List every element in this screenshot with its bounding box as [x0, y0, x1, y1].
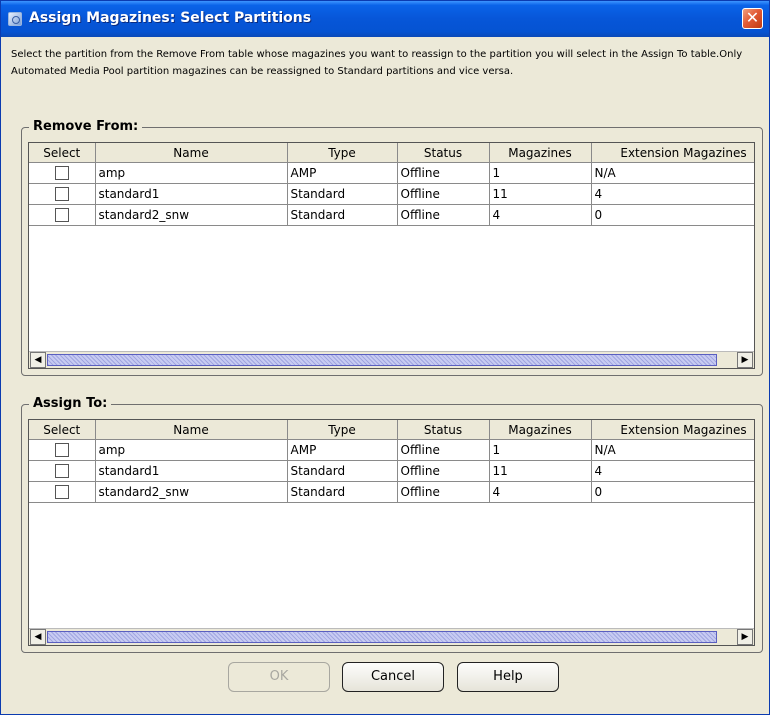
scroll-thumb[interactable] — [47, 631, 717, 643]
cancel-button[interactable]: Cancel — [342, 662, 444, 692]
name-cell: standard1 — [95, 460, 288, 482]
help-button[interactable]: Help — [457, 662, 559, 692]
type-cell: Standard — [287, 460, 398, 482]
column-header-status[interactable]: Status — [397, 420, 490, 440]
assign-to-title: Assign To: — [29, 395, 112, 413]
table-row[interactable]: standard1 Standard Offline 11 4 — [29, 183, 754, 205]
table-row[interactable]: amp AMP Offline 1 N/A — [29, 162, 754, 184]
column-header-magazines[interactable]: Magazines — [489, 143, 592, 163]
scroll-left-arrow-icon[interactable]: ◀ — [30, 629, 46, 645]
select-checkbox[interactable] — [54, 166, 69, 181]
scroll-right-arrow-icon[interactable]: ▶ — [737, 352, 753, 368]
extension-magazines-cell: N/A — [591, 439, 754, 461]
magazines-cell: 4 — [489, 481, 592, 503]
column-header-type[interactable]: Type — [287, 143, 398, 163]
magazines-cell: 1 — [489, 439, 592, 461]
scroll-thumb[interactable] — [47, 354, 717, 366]
type-cell: Standard — [287, 481, 398, 503]
remove-from-title: Remove From: — [29, 118, 143, 136]
table-row[interactable]: amp AMP Offline 1 N/A — [29, 439, 754, 461]
status-cell: Offline — [397, 481, 490, 503]
ok-button[interactable]: OK — [228, 662, 330, 692]
column-header-select[interactable]: Select — [29, 420, 96, 440]
instructions-text: Select the partition from the Remove Fro… — [11, 49, 743, 77]
name-cell: standard2_snw — [95, 204, 288, 226]
name-cell: amp — [95, 162, 288, 184]
type-cell: Standard — [287, 204, 398, 226]
extension-magazines-cell: 4 — [591, 183, 754, 205]
close-icon: ✕ — [745, 8, 760, 27]
magazines-cell: 4 — [489, 204, 592, 226]
type-cell: AMP — [287, 439, 398, 461]
magazines-cell: 11 — [489, 183, 592, 205]
status-cell: Offline — [397, 439, 490, 461]
select-cell — [29, 204, 96, 226]
app-icon — [8, 12, 22, 26]
extension-magazines-cell: 0 — [591, 481, 754, 503]
name-cell: standard1 — [95, 183, 288, 205]
select-cell — [29, 460, 96, 482]
table-row[interactable]: standard1 Standard Offline 11 4 — [29, 460, 754, 482]
remove-from-header-row: Select Name Type Status Magazines Extens… — [29, 143, 754, 163]
window-title: Assign Magazines: Select Partitions — [29, 10, 312, 26]
assign-to-horizontal-scrollbar[interactable]: ◀ ▶ — [29, 628, 754, 645]
column-header-status[interactable]: Status — [397, 143, 490, 163]
column-header-extension-magazines[interactable]: Extension Magazines — [591, 143, 754, 163]
magazines-cell: 1 — [489, 162, 592, 184]
close-button[interactable]: ✕ — [742, 8, 763, 29]
select-checkbox[interactable] — [54, 208, 69, 223]
name-cell: standard2_snw — [95, 481, 288, 503]
column-header-magazines[interactable]: Magazines — [489, 420, 592, 440]
status-cell: Offline — [397, 162, 490, 184]
column-header-name[interactable]: Name — [95, 420, 288, 440]
assign-to-table: Select Name Type Status Magazines Extens… — [29, 420, 754, 503]
table-row[interactable]: standard2_snw Standard Offline 4 0 — [29, 481, 754, 503]
status-cell: Offline — [397, 460, 490, 482]
select-checkbox[interactable] — [54, 187, 69, 202]
select-checkbox[interactable] — [54, 443, 69, 458]
status-cell: Offline — [397, 183, 490, 205]
extension-magazines-cell: N/A — [591, 162, 754, 184]
column-header-type[interactable]: Type — [287, 420, 398, 440]
select-cell — [29, 162, 96, 184]
select-cell — [29, 481, 96, 503]
remove-from-table: Select Name Type Status Magazines Extens… — [29, 143, 754, 226]
extension-magazines-cell: 4 — [591, 460, 754, 482]
scroll-left-arrow-icon[interactable]: ◀ — [30, 352, 46, 368]
status-cell: Offline — [397, 204, 490, 226]
name-cell: amp — [95, 439, 288, 461]
assign-to-group: Assign To: Select Name Type Status Magaz… — [21, 395, 763, 653]
type-cell: AMP — [287, 162, 398, 184]
column-header-select[interactable]: Select — [29, 143, 96, 163]
column-header-extension-magazines[interactable]: Extension Magazines — [591, 420, 754, 440]
type-cell: Standard — [287, 183, 398, 205]
remove-from-table-frame: Select Name Type Status Magazines Extens… — [28, 142, 755, 369]
remove-from-horizontal-scrollbar[interactable]: ◀ ▶ — [29, 351, 754, 368]
title-bar[interactable]: Assign Magazines: Select Partitions ✕ — [1, 1, 769, 37]
assign-to-header-row: Select Name Type Status Magazines Extens… — [29, 420, 754, 440]
select-checkbox[interactable] — [54, 464, 69, 479]
extension-magazines-cell: 0 — [591, 204, 754, 226]
select-cell — [29, 439, 96, 461]
assign-to-table-frame: Select Name Type Status Magazines Extens… — [28, 419, 755, 646]
scroll-right-arrow-icon[interactable]: ▶ — [737, 629, 753, 645]
magazines-cell: 11 — [489, 460, 592, 482]
select-cell — [29, 183, 96, 205]
table-row[interactable]: standard2_snw Standard Offline 4 0 — [29, 204, 754, 226]
dialog-window: Assign Magazines: Select Partitions ✕ Se… — [0, 0, 770, 715]
column-header-name[interactable]: Name — [95, 143, 288, 163]
remove-from-group: Remove From: Select Name Type Status Mag… — [21, 118, 763, 376]
select-checkbox[interactable] — [54, 485, 69, 500]
